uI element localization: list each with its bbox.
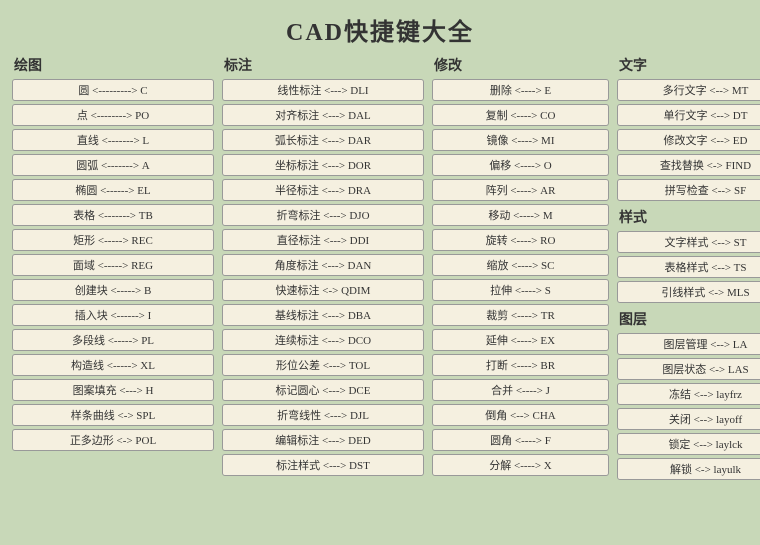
cmd-circle[interactable]: 圆 <---------> C — [12, 79, 214, 101]
cmd-join[interactable]: 合并 <----> J — [432, 379, 609, 401]
section-title-drawing: 绘图 — [12, 55, 214, 75]
cmd-tolerance[interactable]: 形位公差 <---> TOL — [222, 354, 424, 376]
cmd-layulk[interactable]: 解锁 <-> layulk — [617, 458, 760, 480]
cmd-layerstate[interactable]: 图层状态 <-> LAS — [617, 358, 760, 380]
column-modify: 修改 删除 <----> E 复制 <----> CO 镜像 <----> MI… — [428, 55, 613, 483]
cmd-mleaderstyle[interactable]: 引线样式 <-> MLS — [617, 281, 760, 303]
cmd-rotate[interactable]: 旋转 <----> RO — [432, 229, 609, 251]
column-text-style-layer: 文字 多行文字 <--> MT 单行文字 <--> DT 修改文字 <--> E… — [613, 55, 760, 483]
cmd-dimaligned[interactable]: 对齐标注 <---> DAL — [222, 104, 424, 126]
cmd-fillet[interactable]: 圆角 <----> F — [432, 429, 609, 451]
cmd-spell[interactable]: 拼写检查 <--> SF — [617, 179, 760, 201]
section-title-layer: 图层 — [617, 309, 760, 329]
cmd-insert[interactable]: 插入块 <------> I — [12, 304, 214, 326]
cmd-find[interactable]: 查找替换 <-> FIND — [617, 154, 760, 176]
cmd-explode[interactable]: 分解 <----> X — [432, 454, 609, 476]
cmd-dimbaseline[interactable]: 基线标注 <---> DBA — [222, 304, 424, 326]
cmd-dimjogline[interactable]: 折弯线性 <---> DJL — [222, 404, 424, 426]
cmd-line[interactable]: 直线 <-------> L — [12, 129, 214, 151]
cmd-layer[interactable]: 图层管理 <--> LA — [617, 333, 760, 355]
cmd-erase[interactable]: 删除 <----> E — [432, 79, 609, 101]
cmd-mirror[interactable]: 镜像 <----> MI — [432, 129, 609, 151]
section-title-modify: 修改 — [432, 55, 609, 75]
cmd-textstyle[interactable]: 文字样式 <--> ST — [617, 231, 760, 253]
cmd-polygon[interactable]: 正多边形 <-> POL — [12, 429, 214, 451]
cmd-extend[interactable]: 延伸 <----> EX — [432, 329, 609, 351]
cmd-rect[interactable]: 矩形 <-----> REC — [12, 229, 214, 251]
cmd-move[interactable]: 移动 <----> M — [432, 204, 609, 226]
cmd-tablestyle[interactable]: 表格样式 <--> TS — [617, 256, 760, 278]
main-grid: 绘图 圆 <---------> C 点 <--------> PO 直线 <-… — [0, 55, 760, 483]
column-dim: 标注 线性标注 <---> DLI 对齐标注 <---> DAL 弧长标注 <-… — [218, 55, 428, 483]
cmd-chamfer[interactable]: 倒角 <--> CHA — [432, 404, 609, 426]
cmd-ellipse[interactable]: 椭圆 <------> EL — [12, 179, 214, 201]
cmd-break[interactable]: 打断 <----> BR — [432, 354, 609, 376]
cmd-dimjogged[interactable]: 折弯标注 <---> DJO — [222, 204, 424, 226]
cmd-dimcontinue[interactable]: 连续标注 <---> DCO — [222, 329, 424, 351]
section-title-dim: 标注 — [222, 55, 424, 75]
column-drawing: 绘图 圆 <---------> C 点 <--------> PO 直线 <-… — [8, 55, 218, 483]
cmd-copy[interactable]: 复制 <----> CO — [432, 104, 609, 126]
page-title: CAD快捷键大全 — [0, 0, 760, 55]
cmd-trim[interactable]: 裁剪 <----> TR — [432, 304, 609, 326]
cmd-scale[interactable]: 缩放 <----> SC — [432, 254, 609, 276]
cmd-table[interactable]: 表格 <-------> TB — [12, 204, 214, 226]
cmd-point[interactable]: 点 <--------> PO — [12, 104, 214, 126]
cmd-offset[interactable]: 偏移 <----> O — [432, 154, 609, 176]
cmd-region[interactable]: 面域 <-----> REG — [12, 254, 214, 276]
cmd-dimedit[interactable]: 编辑标注 <---> DED — [222, 429, 424, 451]
cmd-spline[interactable]: 样条曲线 <-> SPL — [12, 404, 214, 426]
cmd-dimlinear[interactable]: 线性标注 <---> DLI — [222, 79, 424, 101]
cmd-polyline[interactable]: 多段线 <-----> PL — [12, 329, 214, 351]
cmd-layfrz[interactable]: 冻结 <--> layfrz — [617, 383, 760, 405]
sub-section-style: 样式 文字样式 <--> ST 表格样式 <--> TS 引线样式 <-> ML… — [617, 207, 760, 303]
cmd-hatch[interactable]: 图案填充 <---> H — [12, 379, 214, 401]
cmd-arc[interactable]: 圆弧 <-------> A — [12, 154, 214, 176]
cmd-array[interactable]: 阵列 <----> AR — [432, 179, 609, 201]
sub-section-layer: 图层 图层管理 <--> LA 图层状态 <-> LAS 冻结 <--> lay… — [617, 309, 760, 480]
cmd-dimangular[interactable]: 角度标注 <---> DAN — [222, 254, 424, 276]
cmd-ddedit[interactable]: 修改文字 <--> ED — [617, 129, 760, 151]
cmd-dimordinate[interactable]: 坐标标注 <---> DOR — [222, 154, 424, 176]
cmd-dtext[interactable]: 单行文字 <--> DT — [617, 104, 760, 126]
cmd-mtext[interactable]: 多行文字 <--> MT — [617, 79, 760, 101]
cmd-stretch[interactable]: 拉伸 <----> S — [432, 279, 609, 301]
cmd-dimarc[interactable]: 弧长标注 <---> DAR — [222, 129, 424, 151]
section-title-text: 文字 — [617, 55, 760, 75]
cmd-dimcenter[interactable]: 标记圆心 <---> DCE — [222, 379, 424, 401]
cmd-qdim[interactable]: 快速标注 <-> QDIM — [222, 279, 424, 301]
cmd-block[interactable]: 创建块 <-----> B — [12, 279, 214, 301]
cmd-dimradius[interactable]: 半径标注 <---> DRA — [222, 179, 424, 201]
cmd-dimdiameter[interactable]: 直径标注 <---> DDI — [222, 229, 424, 251]
cmd-laylck[interactable]: 锁定 <--> laylck — [617, 433, 760, 455]
cmd-layoff[interactable]: 关闭 <--> layoff — [617, 408, 760, 430]
cmd-xline[interactable]: 构造线 <-----> XL — [12, 354, 214, 376]
cmd-dimstyle[interactable]: 标注样式 <---> DST — [222, 454, 424, 476]
section-title-style: 样式 — [617, 207, 760, 227]
